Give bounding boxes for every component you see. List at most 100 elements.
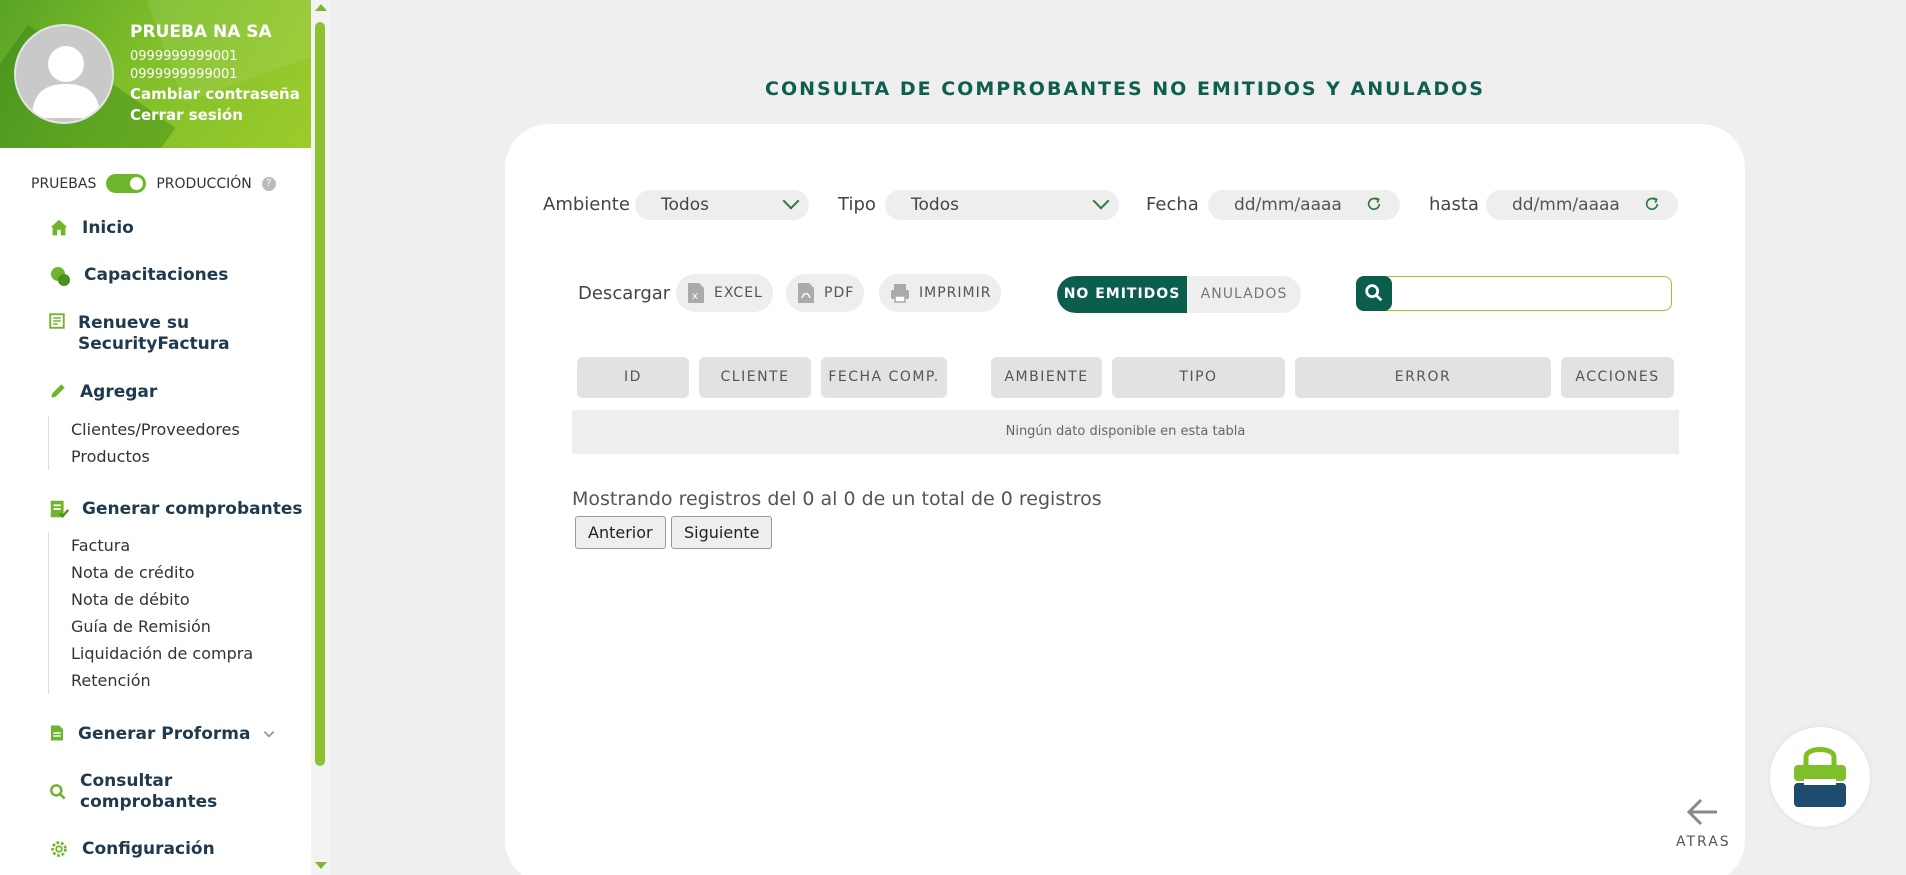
fecha-hasta-input[interactable]: dd/mm/aaaa (1486, 190, 1678, 220)
table-info: Mostrando registros del 0 al 0 de un tot… (572, 488, 1102, 510)
sidebar-scrollbar[interactable] (311, 0, 330, 875)
print-label: IMPRIMIR (919, 285, 992, 301)
company-ruc: 0999999999001 (130, 49, 238, 64)
gear-icon (51, 841, 67, 857)
submenu-item-productos[interactable]: Productos (71, 443, 240, 470)
back-label: ATRAS (1676, 834, 1731, 850)
briefcase-lock-icon (1794, 747, 1846, 807)
tipo-label: Tipo (838, 194, 876, 215)
table-empty-row: Ningún dato disponible en esta tabla (572, 410, 1679, 454)
environment-toggle-group: PRUEBAS PRODUCCIÓN ? (31, 174, 276, 193)
submenu-item-retencion[interactable]: Retención (71, 667, 253, 694)
submenu-item-liquidacion[interactable]: Liquidación de compra (71, 640, 253, 667)
column-header-id[interactable]: ID (577, 357, 689, 398)
tipo-select-value: Todos (911, 195, 959, 215)
next-page-button[interactable]: Siguiente (671, 516, 773, 549)
sidebar-item-label: Consultar (80, 771, 173, 791)
page-title: CONSULTA DE COMPROBANTES NO EMITIDOS Y A… (765, 78, 1485, 100)
sidebar-item-label: Generar Proforma (78, 724, 251, 744)
search-input[interactable] (1356, 276, 1672, 311)
column-header-tipo[interactable]: TIPO (1112, 357, 1285, 398)
back-button[interactable]: ATRAS (1676, 794, 1731, 850)
sidebar-item-renueve[interactable]: Renueve su SecurityFactura (48, 313, 230, 355)
submenu-item-nota-credito[interactable]: Nota de crédito (71, 559, 253, 586)
sidebar-item-agregar[interactable]: Agregar (48, 382, 157, 402)
help-icon[interactable]: ? (261, 176, 276, 191)
sidebar-item-capacitaciones[interactable]: Capacitaciones (48, 265, 228, 288)
submenu-item-nota-debito[interactable]: Nota de débito (71, 586, 253, 613)
sidebar-item-label: Agregar (80, 382, 158, 402)
status-segmented-control: NO EMITIDOS ANULADOS (1057, 276, 1301, 313)
sidebar-item-label: Inicio (82, 218, 134, 238)
excel-download-button[interactable]: x EXCEL (676, 274, 773, 312)
column-header-cliente[interactable]: CLIENTE (699, 357, 811, 398)
previous-page-button[interactable]: Anterior (575, 516, 666, 549)
descargar-label: Descargar (578, 283, 671, 304)
chevron-down-icon (264, 731, 275, 738)
column-header-acciones[interactable]: ACCIONES (1561, 357, 1674, 398)
column-header-error[interactable]: ERROR (1295, 357, 1551, 398)
refresh-icon[interactable] (1366, 196, 1382, 212)
excel-file-icon: x (688, 283, 704, 303)
sidebar-item-generar-proforma[interactable]: Generar Proforma (48, 724, 276, 744)
agregar-submenu: Clientes/Proveedores Productos (48, 416, 240, 470)
chevron-down-icon (782, 192, 800, 210)
fecha-label: Fecha (1146, 194, 1199, 215)
fecha-desde-input[interactable]: dd/mm/aaaa (1208, 190, 1400, 220)
tab-no-emitidos[interactable]: NO EMITIDOS (1057, 276, 1187, 313)
ambiente-label: Ambiente (543, 194, 630, 215)
arrow-left-icon (1687, 798, 1718, 826)
support-fab[interactable] (1770, 727, 1870, 827)
pdf-label: PDF (824, 285, 855, 301)
pdf-file-icon (798, 283, 814, 303)
chevron-down-icon (1092, 192, 1110, 210)
column-header-ambiente[interactable]: AMBIENTE (991, 357, 1102, 398)
avatar[interactable] (14, 24, 114, 124)
sidebar-item-label: Capacitaciones (84, 265, 229, 285)
tab-anulados[interactable]: ANULADOS (1187, 276, 1301, 313)
sidebar-item-configuracion[interactable]: Configuración (48, 839, 215, 860)
sidebar-item-label: Configuración (82, 839, 215, 859)
printer-icon (891, 284, 909, 303)
submenu-item-clientes[interactable]: Clientes/Proveedores (71, 416, 240, 443)
file-icon (51, 725, 63, 741)
sidebar-item-label: Generar comprobantes (82, 499, 303, 519)
submenu-item-guia-remision[interactable]: Guía de Remisión (71, 613, 253, 640)
print-button[interactable]: IMPRIMIR (879, 274, 1002, 312)
environment-switch[interactable] (106, 174, 147, 193)
chat-bubbles-icon (51, 267, 70, 286)
scrollbar-thumb[interactable] (315, 22, 325, 766)
hasta-label: hasta (1429, 194, 1479, 215)
sidebar: PRUEBA NA SA 0999999999001 0999999999001… (0, 0, 330, 875)
document-check-icon (50, 500, 70, 519)
home-icon (50, 219, 68, 236)
sidebar-item-generar-comprobantes[interactable]: Generar comprobantes (48, 499, 303, 520)
company-name: PRUEBA NA SA (130, 22, 272, 42)
logout-link[interactable]: Cerrar sesión (130, 105, 300, 126)
submenu-item-factura[interactable]: Factura (71, 532, 253, 559)
sidebar-item-consultar-comprobantes[interactable]: Consultar comprobantes (48, 771, 327, 813)
search-button[interactable] (1356, 276, 1392, 311)
scroll-down-arrow-icon[interactable] (315, 862, 327, 869)
sidebar-item-label: Renueve su (78, 313, 190, 333)
env-pruebas-label: PRUEBAS (31, 175, 97, 192)
refresh-icon[interactable] (1644, 196, 1660, 212)
profile-header: PRUEBA NA SA 0999999999001 0999999999001… (0, 0, 311, 148)
column-header-fecha[interactable]: FECHA COMP. (821, 357, 947, 398)
search-icon (1365, 284, 1383, 302)
sidebar-item-label-secondary: comprobantes (80, 792, 218, 812)
env-produccion-label: PRODUCCIÓN (156, 175, 252, 192)
generar-submenu: Factura Nota de crédito Nota de débito G… (48, 532, 253, 694)
pdf-download-button[interactable]: PDF (786, 274, 865, 312)
ambiente-select[interactable]: Todos (635, 190, 809, 220)
tipo-select[interactable]: Todos (885, 190, 1119, 220)
fecha-hasta-placeholder: dd/mm/aaaa (1512, 195, 1620, 215)
excel-label: EXCEL (714, 285, 763, 301)
pencil-icon (51, 384, 65, 398)
sidebar-item-label-secondary: SecurityFactura (78, 334, 230, 354)
scroll-up-arrow-icon[interactable] (315, 4, 327, 11)
change-password-link[interactable]: Cambiar contraseña (130, 84, 300, 105)
search-icon (50, 784, 66, 800)
receipt-icon (49, 313, 65, 329)
sidebar-item-inicio[interactable]: Inicio (48, 218, 134, 239)
